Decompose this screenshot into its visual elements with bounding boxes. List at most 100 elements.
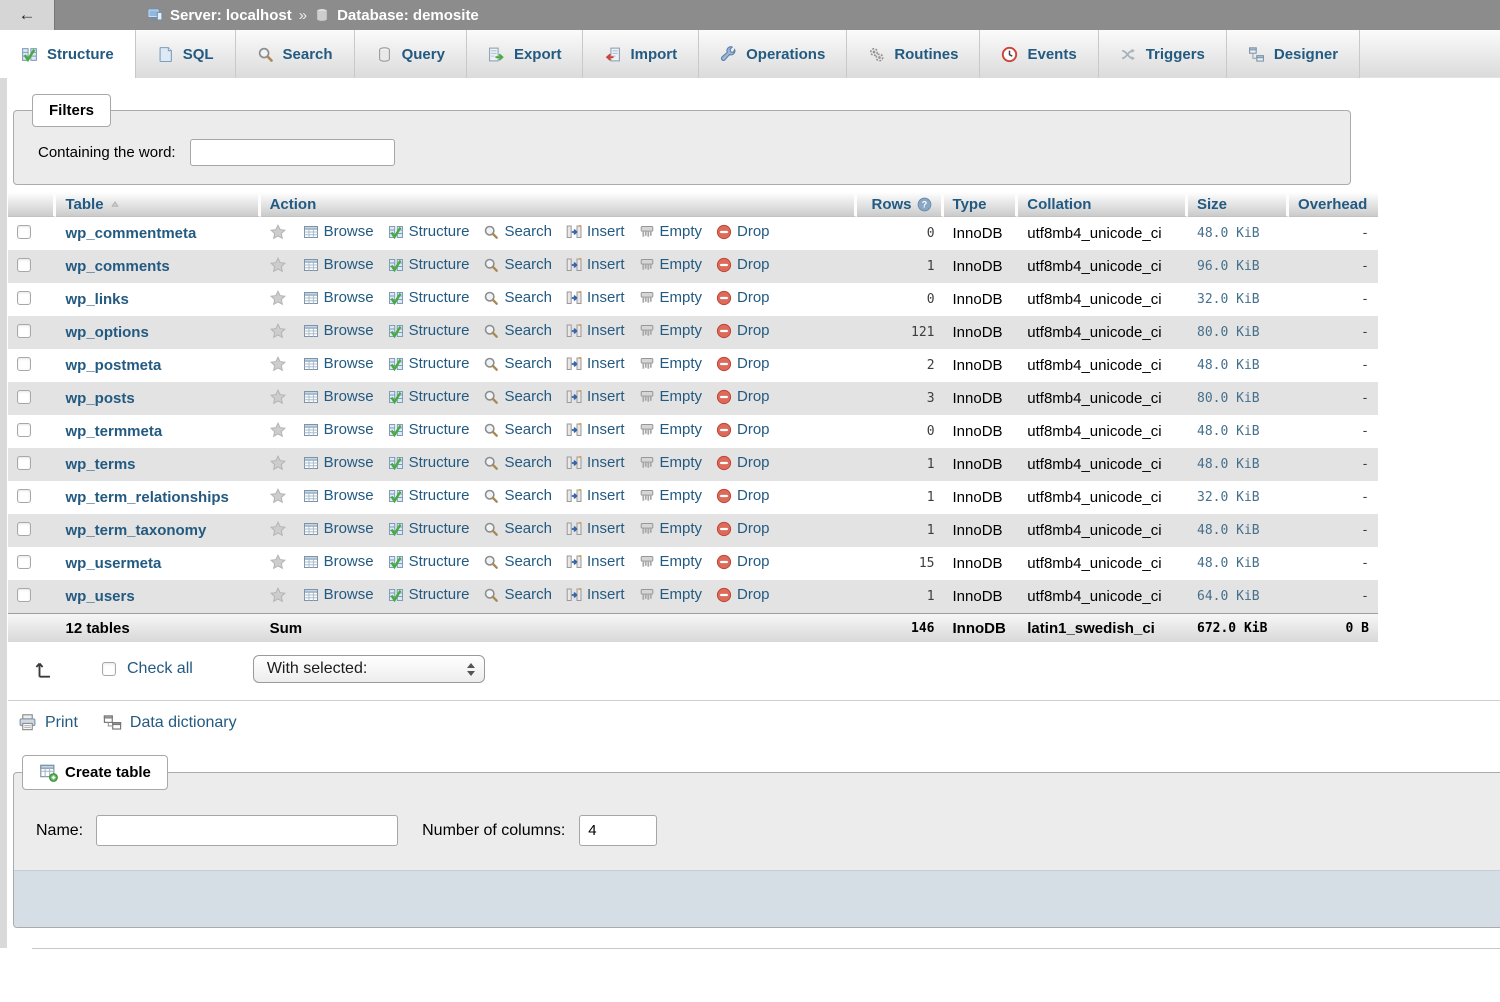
action-structure-link[interactable]: Structure [388,322,470,339]
row-checkbox[interactable] [17,225,31,239]
action-browse-link[interactable]: Browse [303,421,374,438]
containing-word-input[interactable] [190,139,395,166]
action-search-link[interactable]: Search [483,223,552,240]
action-insert-link[interactable]: Insert [566,421,625,438]
row-checkbox[interactable] [17,258,31,272]
row-checkbox[interactable] [17,390,31,404]
action-structure-link[interactable]: Structure [388,454,470,471]
back-button[interactable]: ← [0,0,55,30]
row-checkbox[interactable] [17,456,31,470]
tab-designer[interactable]: Designer [1227,30,1360,78]
action-empty-link[interactable]: Empty [639,586,703,603]
check-all-link[interactable]: Check all [127,660,193,678]
columns-count-input[interactable] [579,815,657,846]
action-search-link[interactable]: Search [483,520,552,537]
action-drop-link[interactable]: Drop [716,586,770,603]
action-browse-link[interactable]: Browse [303,388,374,405]
action-insert-link[interactable]: Insert [566,223,625,240]
action-drop-link[interactable]: Drop [716,421,770,438]
table-name-link[interactable]: wp_usermeta [65,555,161,572]
action-empty-link[interactable]: Empty [639,421,703,438]
overhead-header[interactable]: Overhead [1289,192,1378,217]
action-insert-link[interactable]: Insert [566,553,625,570]
size-header[interactable]: Size [1188,192,1289,217]
print-link[interactable]: Print [45,714,78,732]
action-browse-link[interactable]: Browse [303,322,374,339]
action-browse-link[interactable]: Browse [303,487,374,504]
tab-sql[interactable]: SQL [136,30,236,78]
action-structure-link[interactable]: Structure [388,223,470,240]
action-insert-link[interactable]: Insert [566,322,625,339]
action-insert-link[interactable]: Insert [566,289,625,306]
favorite-star-icon[interactable] [270,224,286,240]
favorite-star-icon[interactable] [270,488,286,504]
favorite-star-icon[interactable] [270,422,286,438]
action-insert-link[interactable]: Insert [566,388,625,405]
action-insert-link[interactable]: Insert [566,256,625,273]
action-drop-link[interactable]: Drop [716,553,770,570]
action-empty-link[interactable]: Empty [639,454,703,471]
row-checkbox[interactable] [17,588,31,602]
with-selected-select[interactable]: With selected: [253,655,485,683]
tab-operations[interactable]: Operations [699,30,847,78]
check-all-checkbox[interactable] [102,662,116,676]
action-structure-link[interactable]: Structure [388,520,470,537]
table-name-input[interactable] [96,815,398,846]
tab-export[interactable]: Export [467,30,584,78]
action-structure-link[interactable]: Structure [388,586,470,603]
action-browse-link[interactable]: Browse [303,586,374,603]
tab-search[interactable]: Search [236,30,355,78]
action-structure-link[interactable]: Structure [388,289,470,306]
action-drop-link[interactable]: Drop [716,289,770,306]
action-insert-link[interactable]: Insert [566,487,625,504]
action-search-link[interactable]: Search [483,355,552,372]
tab-triggers[interactable]: Triggers [1099,30,1227,78]
action-drop-link[interactable]: Drop [716,520,770,537]
table-name-link[interactable]: wp_commentmeta [65,225,196,242]
action-drop-link[interactable]: Drop [716,454,770,471]
tab-import[interactable]: Import [583,30,699,78]
action-empty-link[interactable]: Empty [639,553,703,570]
action-insert-link[interactable]: Insert [566,520,625,537]
table-name-link[interactable]: wp_comments [65,258,169,275]
action-drop-link[interactable]: Drop [716,256,770,273]
action-insert-link[interactable]: Insert [566,454,625,471]
action-drop-link[interactable]: Drop [716,223,770,240]
breadcrumb-server-link[interactable]: Server: localhost [170,7,292,24]
row-checkbox[interactable] [17,357,31,371]
row-checkbox[interactable] [17,324,31,338]
row-checkbox[interactable] [17,555,31,569]
tab-events[interactable]: Events [980,30,1098,78]
action-structure-link[interactable]: Structure [388,388,470,405]
row-checkbox[interactable] [17,522,31,536]
breadcrumb-database-link[interactable]: Database: demosite [337,7,479,24]
favorite-star-icon[interactable] [270,356,286,372]
action-empty-link[interactable]: Empty [639,388,703,405]
favorite-star-icon[interactable] [270,290,286,306]
action-structure-link[interactable]: Structure [388,553,470,570]
type-header[interactable]: Type [944,192,1019,217]
action-structure-link[interactable]: Structure [388,421,470,438]
action-browse-link[interactable]: Browse [303,289,374,306]
action-insert-link[interactable]: Insert [566,355,625,372]
table-name-link[interactable]: wp_termmeta [65,423,162,440]
favorite-star-icon[interactable] [270,257,286,273]
action-search-link[interactable]: Search [483,289,552,306]
action-search-link[interactable]: Search [483,388,552,405]
action-search-link[interactable]: Search [483,586,552,603]
action-search-link[interactable]: Search [483,553,552,570]
row-checkbox[interactable] [17,489,31,503]
action-drop-link[interactable]: Drop [716,388,770,405]
action-drop-link[interactable]: Drop [716,355,770,372]
action-browse-link[interactable]: Browse [303,520,374,537]
tab-structure[interactable]: Structure [0,30,136,78]
action-empty-link[interactable]: Empty [639,355,703,372]
data-dictionary-link[interactable]: Data dictionary [130,714,237,732]
table-name-link[interactable]: wp_terms [65,456,135,473]
table-name-link[interactable]: wp_postmeta [65,357,161,374]
favorite-star-icon[interactable] [270,323,286,339]
favorite-star-icon[interactable] [270,455,286,471]
action-browse-link[interactable]: Browse [303,256,374,273]
action-drop-link[interactable]: Drop [716,487,770,504]
action-structure-link[interactable]: Structure [388,487,470,504]
